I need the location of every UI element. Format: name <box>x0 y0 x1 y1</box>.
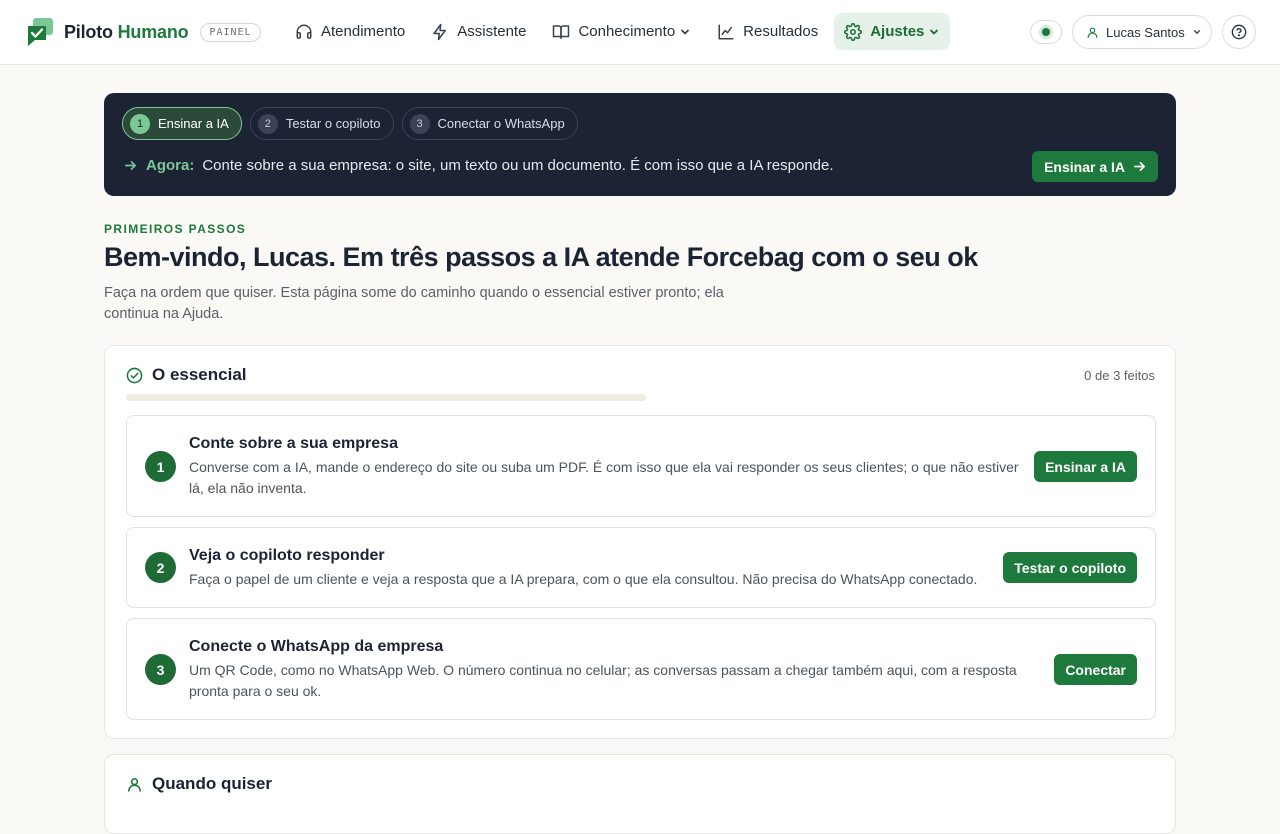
task-number: 3 <box>145 654 176 685</box>
bolt-icon <box>433 23 447 40</box>
later-card: Quando quiser <box>104 754 1176 834</box>
user-icon <box>1087 27 1098 38</box>
section-eyebrow: PRIMEIROS PASSOS <box>104 222 247 236</box>
main-nav: Atendimento Assistente Conhecimento Resu… <box>285 13 956 50</box>
task-description: Converse com a IA, mande o endereço do s… <box>189 459 1019 496</box>
nav-label: Resultados <box>743 23 819 40</box>
arrow-right-icon <box>125 160 136 171</box>
nav-item-conhecimento[interactable]: Conhecimento <box>542 13 701 50</box>
step-pill-3[interactable]: 3 Conectar o WhatsApp <box>401 107 578 140</box>
top-nav-bar: Piloto Humano PAINEL Atendimento Assiste… <box>0 0 1280 65</box>
user-icon <box>128 777 141 792</box>
help-icon <box>1231 24 1247 40</box>
now-label: Agora: <box>146 157 195 174</box>
teach-ai-button[interactable]: Ensinar a IA <box>1034 451 1137 482</box>
nav-label: Atendimento <box>321 23 406 40</box>
cta-label: Ensinar a IA <box>1044 158 1125 175</box>
user-menu-button[interactable]: Lucas Santos <box>1072 15 1212 49</box>
logo-icon <box>28 18 53 46</box>
status-toggle[interactable] <box>1030 20 1062 44</box>
current-step-hint: Agora: Conte sobre a sua empresa: o site… <box>124 157 834 174</box>
chevron-down-icon <box>1193 30 1201 34</box>
task-card-2: 2 Veja o copiloto responder Faça o papel… <box>126 527 1156 608</box>
brand-logo[interactable]: Piloto Humano PAINEL <box>27 18 261 46</box>
step-list: 1 Ensinar a IA 2 Testar o copiloto 3 Con… <box>122 107 586 140</box>
step-number: 3 <box>409 113 430 134</box>
nav-item-resultados[interactable]: Resultados <box>707 13 828 50</box>
page-subtitle: Faça na ordem que quiser. Esta página so… <box>104 285 724 322</box>
connect-whatsapp-button[interactable]: Conectar <box>1054 654 1137 685</box>
step-label: Testar o copiloto <box>285 116 381 131</box>
essential-card: O essencial 0 de 3 feitos 1 Conte sobre … <box>104 345 1176 739</box>
card-header: Quando quiser <box>126 774 272 794</box>
card-header: O essencial <box>126 365 247 385</box>
step-pill-2[interactable]: 2 Testar o copiloto <box>249 107 394 140</box>
nav-label: Conhecimento <box>578 23 676 40</box>
headset-icon <box>296 24 312 39</box>
nav-item-ajustes[interactable]: Ajustes <box>834 13 951 50</box>
step-number: 1 <box>130 113 150 134</box>
panel-badge: PAINEL <box>200 22 261 42</box>
user-name: Lucas Santos <box>1106 24 1185 40</box>
task-title: Conecte o WhatsApp da empresa <box>189 638 444 655</box>
chart-line-icon <box>718 24 734 39</box>
gear-icon <box>844 22 863 41</box>
nav-label: Ajustes <box>870 23 925 40</box>
chevron-down-icon <box>681 29 690 34</box>
arrow-right-icon <box>1134 161 1145 172</box>
card-title: Quando quiser <box>152 774 272 793</box>
task-description: Faça o papel de um cliente e veja a resp… <box>189 571 978 587</box>
task-number: 2 <box>145 552 176 583</box>
brand-name: Piloto Humano <box>64 21 189 42</box>
progress-count: 0 de 3 feitos <box>1084 368 1155 383</box>
book-icon <box>553 24 570 39</box>
now-text: Conte sobre a sua empresa: o site, um te… <box>202 157 834 174</box>
onboarding-banner: 1 Ensinar a IA 2 Testar o copiloto 3 Con… <box>104 93 1176 196</box>
task-title: Veja o copiloto responder <box>189 547 385 564</box>
nav-label: Assistente <box>457 23 527 40</box>
teach-ai-cta-button[interactable]: Ensinar a IA <box>1032 151 1158 182</box>
online-status-dot <box>1042 28 1050 36</box>
step-number: 2 <box>257 113 278 134</box>
task-card-3: 3 Conecte o WhatsApp da empresa Um QR Co… <box>126 618 1156 720</box>
help-button[interactable] <box>1222 15 1256 49</box>
task-number: 1 <box>145 451 176 482</box>
step-label: Conectar o WhatsApp <box>437 116 565 131</box>
task-title: Conte sobre a sua empresa <box>189 435 398 452</box>
nav-item-assistente[interactable]: Assistente <box>421 13 536 50</box>
page-title: Bem-vindo, Lucas. Em três passos a IA at… <box>104 242 978 272</box>
nav-item-atendimento[interactable]: Atendimento <box>285 13 415 50</box>
task-card-1: 1 Conte sobre a sua empresa Converse com… <box>126 415 1156 517</box>
chevron-down-icon <box>930 29 939 34</box>
step-pill-1[interactable]: 1 Ensinar a IA <box>122 107 242 140</box>
step-label: Ensinar a IA <box>158 116 229 131</box>
check-circle-icon <box>126 367 143 383</box>
card-title: O essencial <box>152 365 247 384</box>
progress-bar <box>126 394 646 401</box>
task-description: Um QR Code, como no WhatsApp Web. O núme… <box>189 662 1017 699</box>
test-copilot-button[interactable]: Testar o copiloto <box>1003 552 1137 583</box>
